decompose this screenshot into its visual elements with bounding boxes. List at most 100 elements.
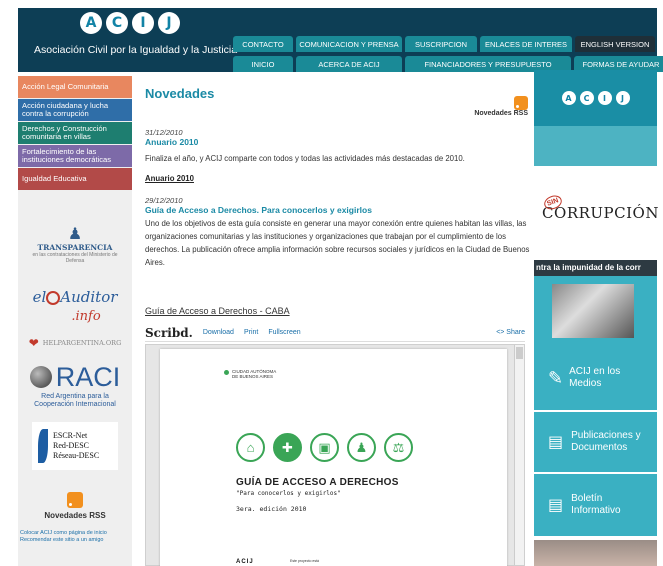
auditor-word: Auditor — [60, 288, 118, 306]
impunidad-photo — [534, 276, 657, 346]
page-title: Novedades — [145, 86, 215, 101]
org-name: Asociación Civil por la Igualdad y la Ju… — [34, 44, 238, 56]
corrupcion-text: CORRUPCIÓN — [542, 204, 659, 222]
news-link[interactable]: Anuario 2010 — [145, 172, 531, 185]
logo-letter: C — [106, 12, 128, 34]
doc-heading: GUÍA DE ACCESO A DERECHOS — [236, 477, 399, 488]
people-icon: ♟ — [67, 225, 83, 243]
helpargentina-text: HELPARGENTINA.ORG — [42, 339, 122, 347]
top-nav: CONTACTO COMUNICACION Y PRENSA SUSCRIPCI… — [233, 36, 655, 52]
scribd-toolbar: Scribd. Download Print Fullscreen <> Sha… — [145, 324, 525, 342]
scribd-print-link[interactable]: Print — [244, 329, 258, 336]
scales-icon: ⚖ — [384, 433, 413, 462]
nav-english-version[interactable]: ENGLISH VERSION — [575, 36, 655, 52]
escr-swirl-icon — [38, 429, 48, 463]
sidebar-footer-links: Colocar ACIJ como página de inicio Recom… — [18, 526, 132, 548]
acij-banner-lower — [534, 126, 657, 166]
impunidad-banner[interactable]: ntra la impunidad de la corr — [534, 260, 657, 276]
logo-letter: I — [132, 12, 154, 34]
escr-line: ESCR-Net — [53, 431, 88, 440]
sidebar-rss[interactable]: Novedades RSS — [18, 486, 132, 526]
news-item: 29/12/2010 Guía de Acceso a Derechos. Pa… — [145, 196, 531, 269]
city-label-line: DE BUENOS AIRES — [232, 374, 274, 379]
nav-comunicacion-prensa[interactable]: COMUNICACION Y PRENSA — [296, 36, 402, 52]
nav-suscripcion[interactable]: SUSCRIPCION — [405, 36, 477, 52]
nav-acerca-acij[interactable]: ACERCA DE ACIJ — [296, 56, 402, 72]
viewer-scrollbar[interactable] — [514, 345, 524, 565]
scribd-share-link[interactable]: <> Share — [496, 329, 525, 336]
raci-mark: RACI — [29, 361, 121, 392]
newsletter-icon: ▤ — [548, 497, 564, 514]
site-header: A C I J Asociación Civil por la Igualdad… — [18, 8, 663, 72]
news-title[interactable]: Anuario 2010 — [145, 137, 531, 147]
news-date: 31/12/2010 — [145, 128, 183, 137]
rss-icon — [514, 96, 528, 110]
scribd-fullscreen-link[interactable]: Fullscreen — [268, 329, 300, 336]
el-auditor-text: el Auditor .info — [33, 288, 118, 324]
sidebar-item-accion-legal[interactable]: Acción Legal Comunitaria — [18, 76, 132, 98]
doc-icon-row: ⌂ ✚ ▣ ♟ ⚖ — [236, 433, 413, 462]
homepage-link[interactable]: Colocar ACIJ como página de inicio — [20, 530, 130, 537]
main-content: Novedades Novedades RSS 31/12/2010 Anuar… — [136, 76, 532, 566]
escr-line: Red-DESC — [53, 441, 89, 450]
people-group-icon: ♟ — [347, 433, 376, 462]
raci-title: RACI — [55, 361, 121, 392]
doc-edition: 3era. edición 2010 — [236, 505, 307, 513]
logo-letter: C — [579, 91, 594, 105]
logo-letter: I — [597, 91, 612, 105]
nav-enlaces-interes[interactable]: ENLACES DE INTERES — [480, 36, 572, 52]
heart-icon: ❤ — [28, 336, 39, 350]
document-viewer[interactable]: CIUDAD AUTÓNOMA DE BUENOS AIRES ⌂ ✚ ▣ ♟ … — [145, 344, 525, 566]
news-body: Uno de los objetivos de esta guía consis… — [145, 219, 530, 267]
acij-medios-button[interactable]: ✎ ACIJ en los Medios — [534, 346, 657, 410]
escr-net-text: ESCR-Net Red-DESC Réseau-DESC — [53, 431, 99, 461]
document-icon: ▤ — [548, 434, 564, 451]
el-auditor-logo[interactable]: el Auditor .info — [18, 284, 132, 328]
buildings-photo[interactable] — [534, 540, 657, 566]
rss-feed-link[interactable]: Novedades RSS — [474, 96, 528, 117]
escr-net-card: ESCR-Net Red-DESC Réseau-DESC — [32, 422, 118, 470]
transparencia-title: TRANSPARENCIA — [37, 242, 113, 252]
raci-logo[interactable]: RACI Red Argentina para la Cooperación I… — [18, 358, 132, 414]
scribd-logo[interactable]: Scribd. — [145, 326, 193, 340]
logo-letter: A — [561, 91, 576, 105]
rss-icon — [67, 492, 83, 508]
auditor-el: el — [32, 288, 47, 306]
medical-kit-icon: ✚ — [273, 433, 302, 462]
book-icon: ▣ — [310, 433, 339, 462]
left-sidebar: Acción Legal Comunitaria Acción ciudadan… — [18, 76, 132, 566]
recommend-link[interactable]: Recomendar este sitio a un amigo — [20, 537, 130, 544]
logo-letter: A — [80, 12, 102, 34]
publicaciones-button[interactable]: ▤ Publicaciones y Documentos — [534, 412, 657, 472]
sidebar-item-fortalecimiento[interactable]: Fortalecimiento de las instituciones dem… — [18, 145, 132, 167]
transparencia-subtitle: en las contrataciones del Ministerio de … — [32, 251, 118, 264]
helpargentina-logo[interactable]: ❤ HELPARGENTINA.ORG — [18, 332, 132, 354]
scrollbar-thumb[interactable] — [516, 347, 523, 359]
city-label: CIUDAD AUTÓNOMA DE BUENOS AIRES — [224, 369, 276, 379]
nav-contacto[interactable]: CONTACTO — [233, 36, 293, 52]
transparencia-logo[interactable]: ♟ TRANSPARENCIA en las contrataciones de… — [18, 214, 132, 276]
acij-banner[interactable]: A C I J — [534, 70, 657, 126]
logo-letter: J — [158, 12, 180, 34]
right-sidebar: A C I J SIN CORRUPCIÓN ntra la impunidad… — [534, 70, 659, 566]
sin-corrupcion-banner[interactable]: SIN CORRUPCIÓN — [534, 182, 659, 244]
acij-logo[interactable]: A C I J — [80, 12, 180, 34]
scribd-download-link[interactable]: Download — [203, 329, 234, 336]
auditor-info: .info — [71, 309, 101, 324]
raci-subtitle: Red Argentina para la Cooperación Intern… — [34, 392, 116, 408]
nav-inicio[interactable]: INICIO — [233, 56, 293, 72]
doc-footer-note: Este proyecto está — [290, 559, 319, 563]
sidebar-item-accion-ciudadana[interactable]: Acción ciudadana y lucha contra la corru… — [18, 99, 132, 121]
doc-footer-logo: ACIJ — [236, 559, 254, 565]
sidebar-rss-label: Novedades RSS — [44, 511, 106, 520]
doc-subtitle: "Para conocerlos y exigirlos" — [236, 490, 341, 497]
news-date: 29/12/2010 — [145, 196, 183, 205]
embed-title[interactable]: Guía de Acceso a Derechos - CABA — [145, 306, 290, 316]
sidebar-item-igualdad-educativa[interactable]: Igualdad Educativa — [18, 168, 132, 190]
news-title[interactable]: Guía de Acceso a Derechos. Para conocerl… — [145, 205, 531, 215]
sidebar-item-derechos-villas[interactable]: Derechos y Construcción comunitaria en v… — [18, 122, 132, 144]
news-body: Finaliza el año, y ACIJ comparte con tod… — [145, 154, 465, 163]
escr-net-logo[interactable]: ESCR-Net Red-DESC Réseau-DESC — [18, 420, 132, 472]
home-icon: ⌂ — [236, 433, 265, 462]
boletin-button[interactable]: ▤ Boletín Informativo — [534, 474, 657, 536]
